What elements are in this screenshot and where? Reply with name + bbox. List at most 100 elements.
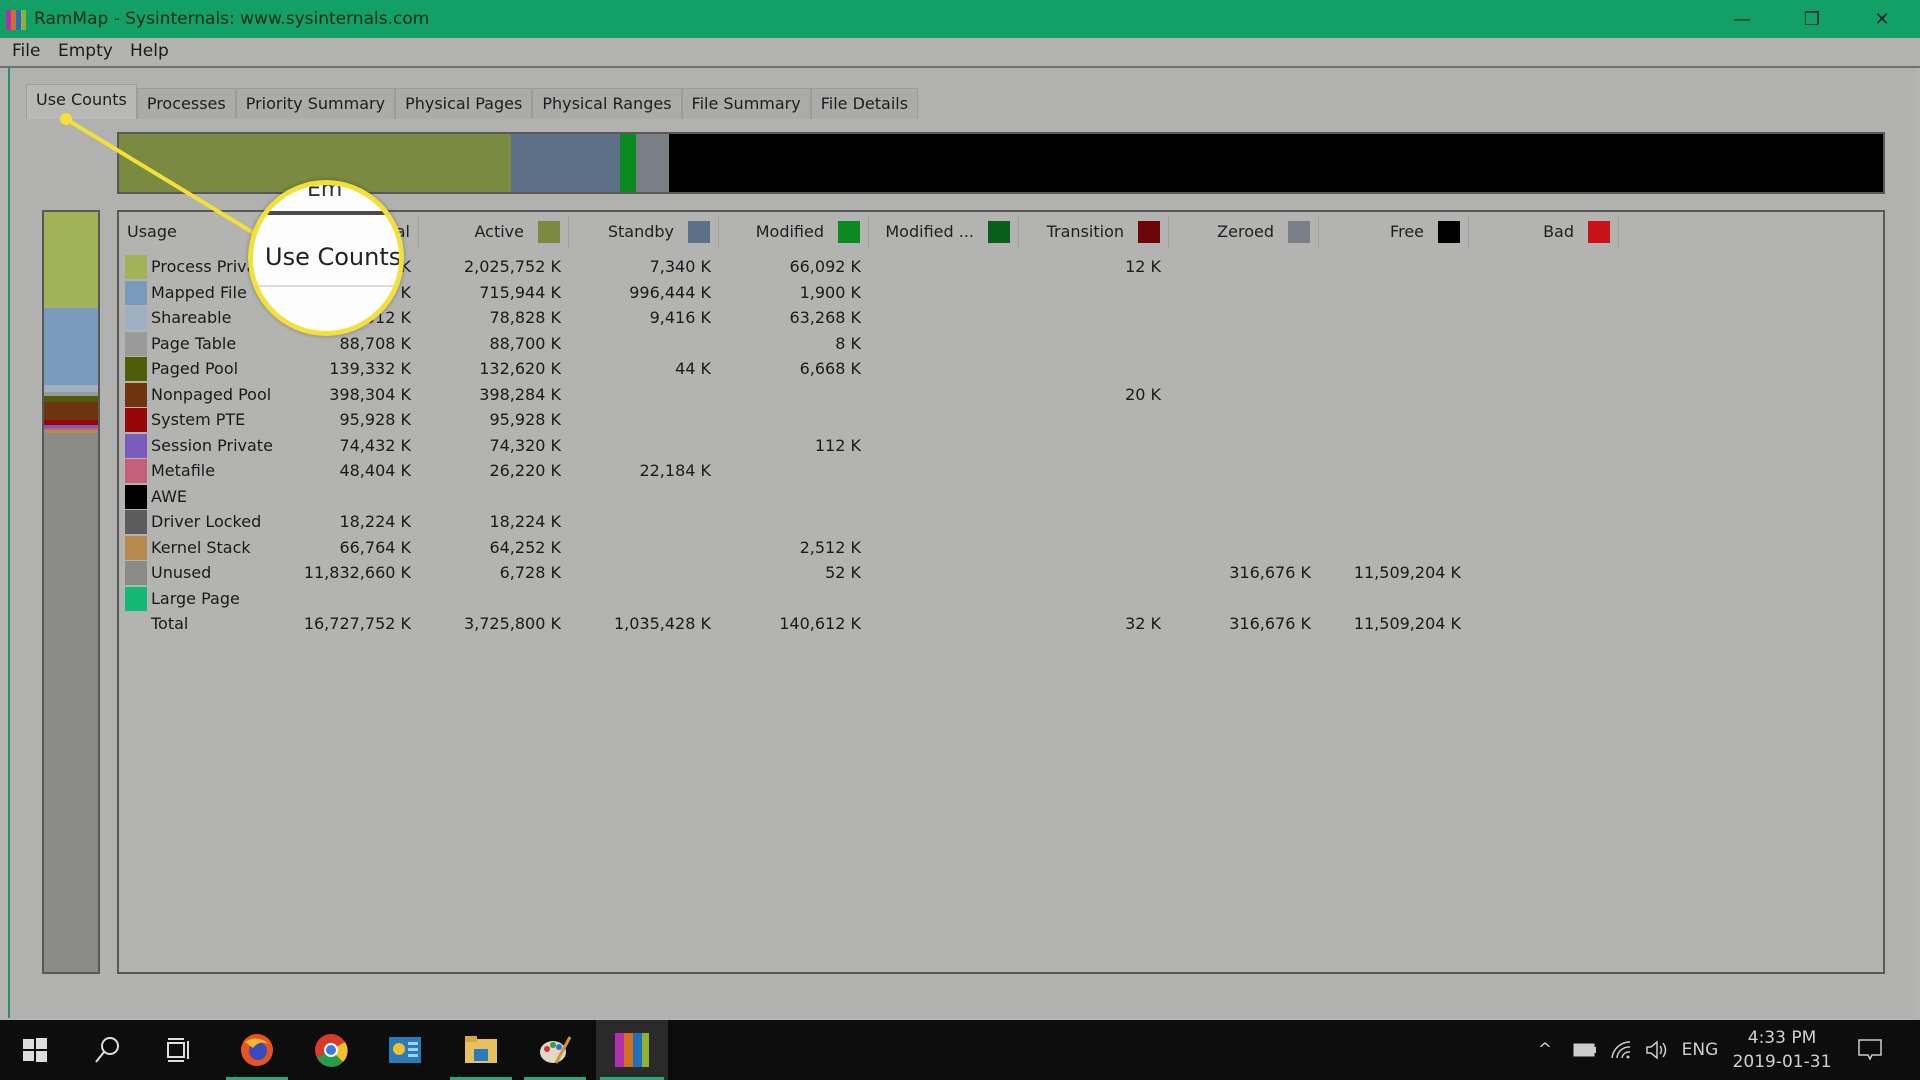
cell-modified: 140,612 K (779, 614, 861, 633)
search-icon (95, 1037, 119, 1063)
use-counts-table: Usage Total Active Standby Modified Modified … (117, 210, 1885, 974)
menu-help[interactable]: Help (130, 41, 169, 61)
clock[interactable]: 4:33 PM 2019-01-31 (1732, 1026, 1832, 1074)
language-indicator[interactable]: ENG (1680, 1020, 1720, 1080)
usage-label: Nonpaged Pool (151, 384, 272, 404)
menu-bar: File Empty Help (0, 38, 1920, 68)
taskbar-firefox[interactable] (222, 1020, 292, 1080)
chrome-icon (315, 1034, 348, 1067)
table-total-row[interactable]: Total 16,727,752 K 3,725,800 K 1,035,428 K 1… (119, 611, 1819, 636)
column-header-label: Usage (127, 222, 177, 241)
cell-modified: 8 K (835, 333, 861, 353)
control-panel-icon (389, 1037, 421, 1063)
menu-empty[interactable]: Empty (58, 41, 113, 61)
cell-total: 398,304 K (329, 384, 411, 404)
usage-label: Mapped File (151, 282, 247, 302)
usage-color-swatch (125, 433, 147, 458)
show-hidden-icons-button[interactable]: ^ (1530, 1020, 1560, 1080)
column-header-label: Zeroed (1217, 222, 1274, 241)
paint-icon (540, 1036, 572, 1064)
column-header-modified-nw[interactable]: Modified ... (869, 216, 1019, 248)
taskbar-paint[interactable] (520, 1020, 590, 1080)
windows-logo-icon (23, 1038, 47, 1062)
column-header-standby[interactable]: Standby (569, 216, 719, 248)
clock-time: 4:33 PM (1747, 1028, 1817, 1048)
tab-physical-ranges[interactable]: Physical Ranges (532, 88, 682, 119)
menu-file[interactable]: File (12, 41, 40, 61)
table-row[interactable]: System PTE 95,928 K 95,928 K (119, 407, 1819, 432)
column-header-bad[interactable]: Bad (1469, 216, 1619, 248)
start-button[interactable] (0, 1020, 70, 1080)
cell-total: 18,224 K (339, 512, 411, 531)
vbar-segment-mapped-file (44, 307, 98, 386)
cell-active: 26,220 K (489, 461, 561, 480)
cell-active: 2,025,752 K (463, 257, 561, 276)
table-row[interactable]: Large Page (119, 586, 1819, 611)
summary-segment-standby (510, 134, 620, 192)
table-row[interactable]: Page Table 88,708 K 88,700 K 8 K (119, 331, 1819, 356)
cell-modified: 52 K (825, 563, 861, 582)
battery-icon[interactable] (1568, 1020, 1602, 1080)
callout-magnifier: Em Use Counts (248, 180, 404, 336)
memory-summary-bar (117, 132, 1885, 194)
column-header-label: Modified ... (885, 222, 974, 241)
taskbar-chrome[interactable] (296, 1020, 366, 1080)
usage-color-swatch (125, 510, 147, 534)
table-row[interactable]: Paged Pool 139,332 K 132,620 K 44 K 6,668 K (119, 356, 1819, 381)
usage-label: Shareable (151, 308, 232, 327)
table-row[interactable]: Driver Locked 18,224 K 18,224 K (119, 509, 1819, 534)
taskbar-control-panel[interactable] (370, 1020, 440, 1080)
search-button[interactable] (72, 1020, 142, 1080)
column-header-active[interactable]: Active (419, 216, 569, 248)
table-row[interactable]: Session Private 74,432 K 74,320 K 112 K (119, 433, 1819, 458)
column-header-transition[interactable]: Transition (1019, 216, 1169, 248)
column-header-usage[interactable]: Usage (119, 216, 269, 248)
usage-color-swatch (125, 535, 147, 560)
table-row[interactable]: Unused 11,832,660 K 6,728 K 52 K 316,676 K 11… (119, 560, 1819, 585)
task-view-icon (167, 1038, 189, 1062)
close-button[interactable]: ✕ (1848, 0, 1916, 38)
tab-file-summary[interactable]: File Summary (681, 88, 811, 119)
minimize-button[interactable]: — (1708, 0, 1776, 38)
tab-file-details[interactable]: File Details (810, 88, 919, 119)
callout-divider-2 (253, 285, 399, 287)
cell-active: 78,828 K (489, 308, 561, 327)
task-view-button[interactable] (144, 1020, 214, 1080)
taskbar-rammap[interactable] (596, 1020, 668, 1080)
cell-transition: 32 K (1125, 614, 1161, 633)
usage-color-swatch (125, 280, 147, 305)
usage-color-swatch (125, 408, 147, 432)
table-row[interactable]: AWE (119, 484, 1819, 509)
cell-active: 74,320 K (489, 435, 561, 455)
column-header-modified[interactable]: Modified (719, 216, 869, 248)
network-icon[interactable] (1604, 1020, 1638, 1080)
table-row[interactable]: Nonpaged Pool 398,304 K 398,284 K 20 K (119, 382, 1819, 407)
table-row[interactable]: Kernel Stack 66,764 K 64,252 K 2,512 K (119, 535, 1819, 560)
cell-total: 11,832,660 K (303, 563, 411, 582)
action-center-button[interactable] (1850, 1020, 1890, 1080)
tab-priority-summary[interactable]: Priority Summary (235, 88, 396, 119)
usage-label: Driver Locked (151, 512, 262, 531)
cell-total: 48,404 K (339, 461, 411, 480)
usage-label: AWE (151, 486, 187, 506)
tab-physical-pages[interactable]: Physical Pages (395, 88, 533, 119)
volume-icon[interactable] (1640, 1020, 1674, 1080)
cell-total: 88,708 K (339, 333, 411, 353)
table-row[interactable]: Metafile 48,404 K 26,220 K 22,184 K (119, 458, 1819, 483)
cell-active: 18,224 K (489, 512, 561, 531)
column-header-free[interactable]: Free (1319, 216, 1469, 248)
cell-standby: 9,416 K (649, 308, 711, 327)
taskbar-file-explorer[interactable] (446, 1020, 516, 1080)
color-swatch (538, 221, 560, 243)
restore-button[interactable]: ❐ (1778, 0, 1846, 38)
cell-modified: 2,512 K (799, 537, 861, 557)
color-swatch (1138, 221, 1160, 243)
vbar-segment-nonpaged-pool (44, 401, 98, 421)
usage-color-swatch (125, 459, 147, 483)
tab-strip: Use Counts Processes Priority Summary Ph… (26, 84, 919, 119)
clock-date: 2019-01-31 (1732, 1052, 1832, 1072)
tab-processes[interactable]: Processes (136, 88, 236, 119)
column-header-zeroed[interactable]: Zeroed (1169, 216, 1319, 248)
speaker-glyph (1646, 1040, 1667, 1060)
tab-use-counts[interactable]: Use Counts (26, 84, 137, 119)
